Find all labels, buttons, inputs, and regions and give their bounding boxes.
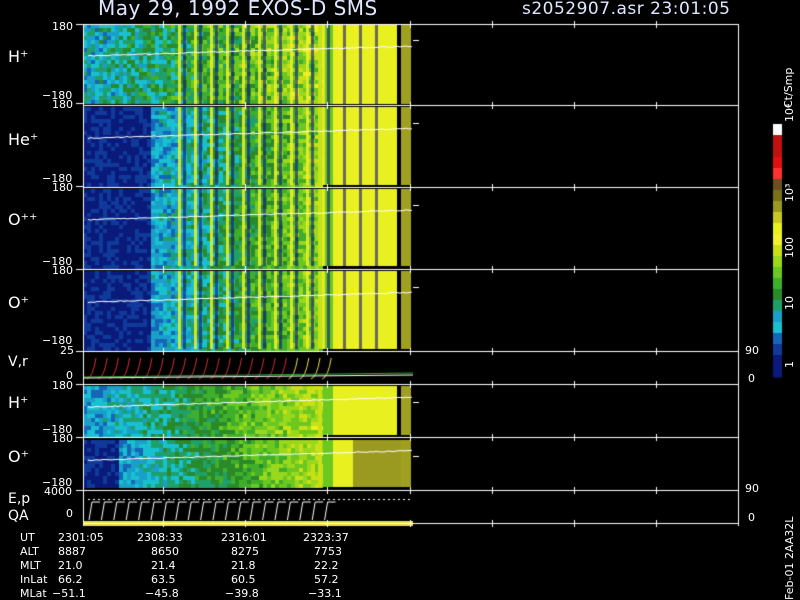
footer-c0-alt: 8887: [58, 545, 86, 558]
ytick-7-top: 4000: [44, 485, 72, 498]
right-tick-vr-90: 90: [745, 344, 759, 357]
footer-c0-inlat: 66.2: [58, 573, 83, 586]
ytick-4-top: 25: [60, 344, 74, 357]
panel-label-o-plusplus: O⁺⁺: [8, 210, 38, 229]
panel-label-he-plus: He⁺: [8, 130, 39, 149]
footer-c3-mlt: 22.2: [314, 559, 339, 572]
colorbar-tick-10: 10: [783, 296, 796, 310]
panel-label-e-p: E,p: [8, 491, 31, 507]
footer-label-mlat: MLat: [20, 587, 47, 600]
plot-title: May 29, 1992 EXOS-D SMS: [98, 0, 378, 20]
colorbar-tick-100: 100: [783, 237, 796, 258]
footer-c0-mlt: 21.0: [58, 559, 83, 572]
footer-c1-alt: 8650: [151, 545, 179, 558]
ytick-6-top: 180: [52, 432, 73, 445]
ytick-1-top: 180: [52, 98, 73, 111]
ytick-2-top: 180: [52, 181, 73, 194]
footer-c3-ut: 2323:37: [303, 531, 349, 544]
colorbar-tick-10e4: 10⁴: [783, 103, 796, 122]
version-stamp: Feb-01 2AA32L: [783, 516, 796, 600]
footer-c1-ut: 2308:33: [137, 531, 183, 544]
footer-c1-mlat: −45.8: [145, 587, 179, 600]
footer-c0-ut: 2301:05: [58, 531, 104, 544]
footer-c2-inlat: 60.5: [231, 573, 256, 586]
ytick-3-top: 180: [52, 264, 73, 277]
spectrogram-canvas: [0, 0, 800, 600]
footer-c0-mlat: −51.1: [52, 587, 86, 600]
footer-label-mlt: MLT: [20, 559, 41, 572]
ytick-0-top: 180: [52, 20, 73, 33]
footer-c1-inlat: 63.5: [151, 573, 176, 586]
right-tick-ep-0: 0: [748, 511, 755, 524]
footer-c2-ut: 2316:01: [221, 531, 267, 544]
right-tick-vr-0: 0: [748, 372, 755, 385]
panel-label-v-r: V,r: [8, 354, 28, 370]
panel-label-h-plus: H⁺: [8, 47, 29, 66]
file-time-label: s2052907.asr 23:01:05: [522, 0, 731, 19]
footer-label-ut: UT: [20, 531, 35, 544]
footer-label-inlat: InLat: [20, 573, 48, 586]
panel-label-o-plus: O⁺: [8, 293, 30, 312]
footer-c3-alt: 7753: [314, 545, 342, 558]
panel-label-h-plus-2: H⁺: [8, 393, 29, 412]
footer-c2-mlat: −39.8: [225, 587, 259, 600]
colorbar-unit-label: Ct/Smp: [782, 67, 795, 108]
panel-label-qa: QA: [8, 508, 29, 524]
footer-c3-mlat: −33.1: [308, 587, 342, 600]
colorbar-tick-10e3: 10³: [783, 183, 796, 202]
footer-c2-mlt: 21.8: [231, 559, 256, 572]
colorbar-tick-1: 1: [783, 361, 796, 368]
footer-c3-inlat: 57.2: [314, 573, 339, 586]
ytick-7-bottom: 0: [66, 507, 73, 520]
panel-label-o-plus-2: O⁺: [8, 447, 30, 466]
footer-label-alt: ALT: [20, 545, 39, 558]
right-tick-ep-90: 90: [745, 482, 759, 495]
ytick-5-top: 180: [52, 379, 73, 392]
footer-c1-mlt: 21.4: [151, 559, 176, 572]
footer-c2-alt: 8275: [231, 545, 259, 558]
